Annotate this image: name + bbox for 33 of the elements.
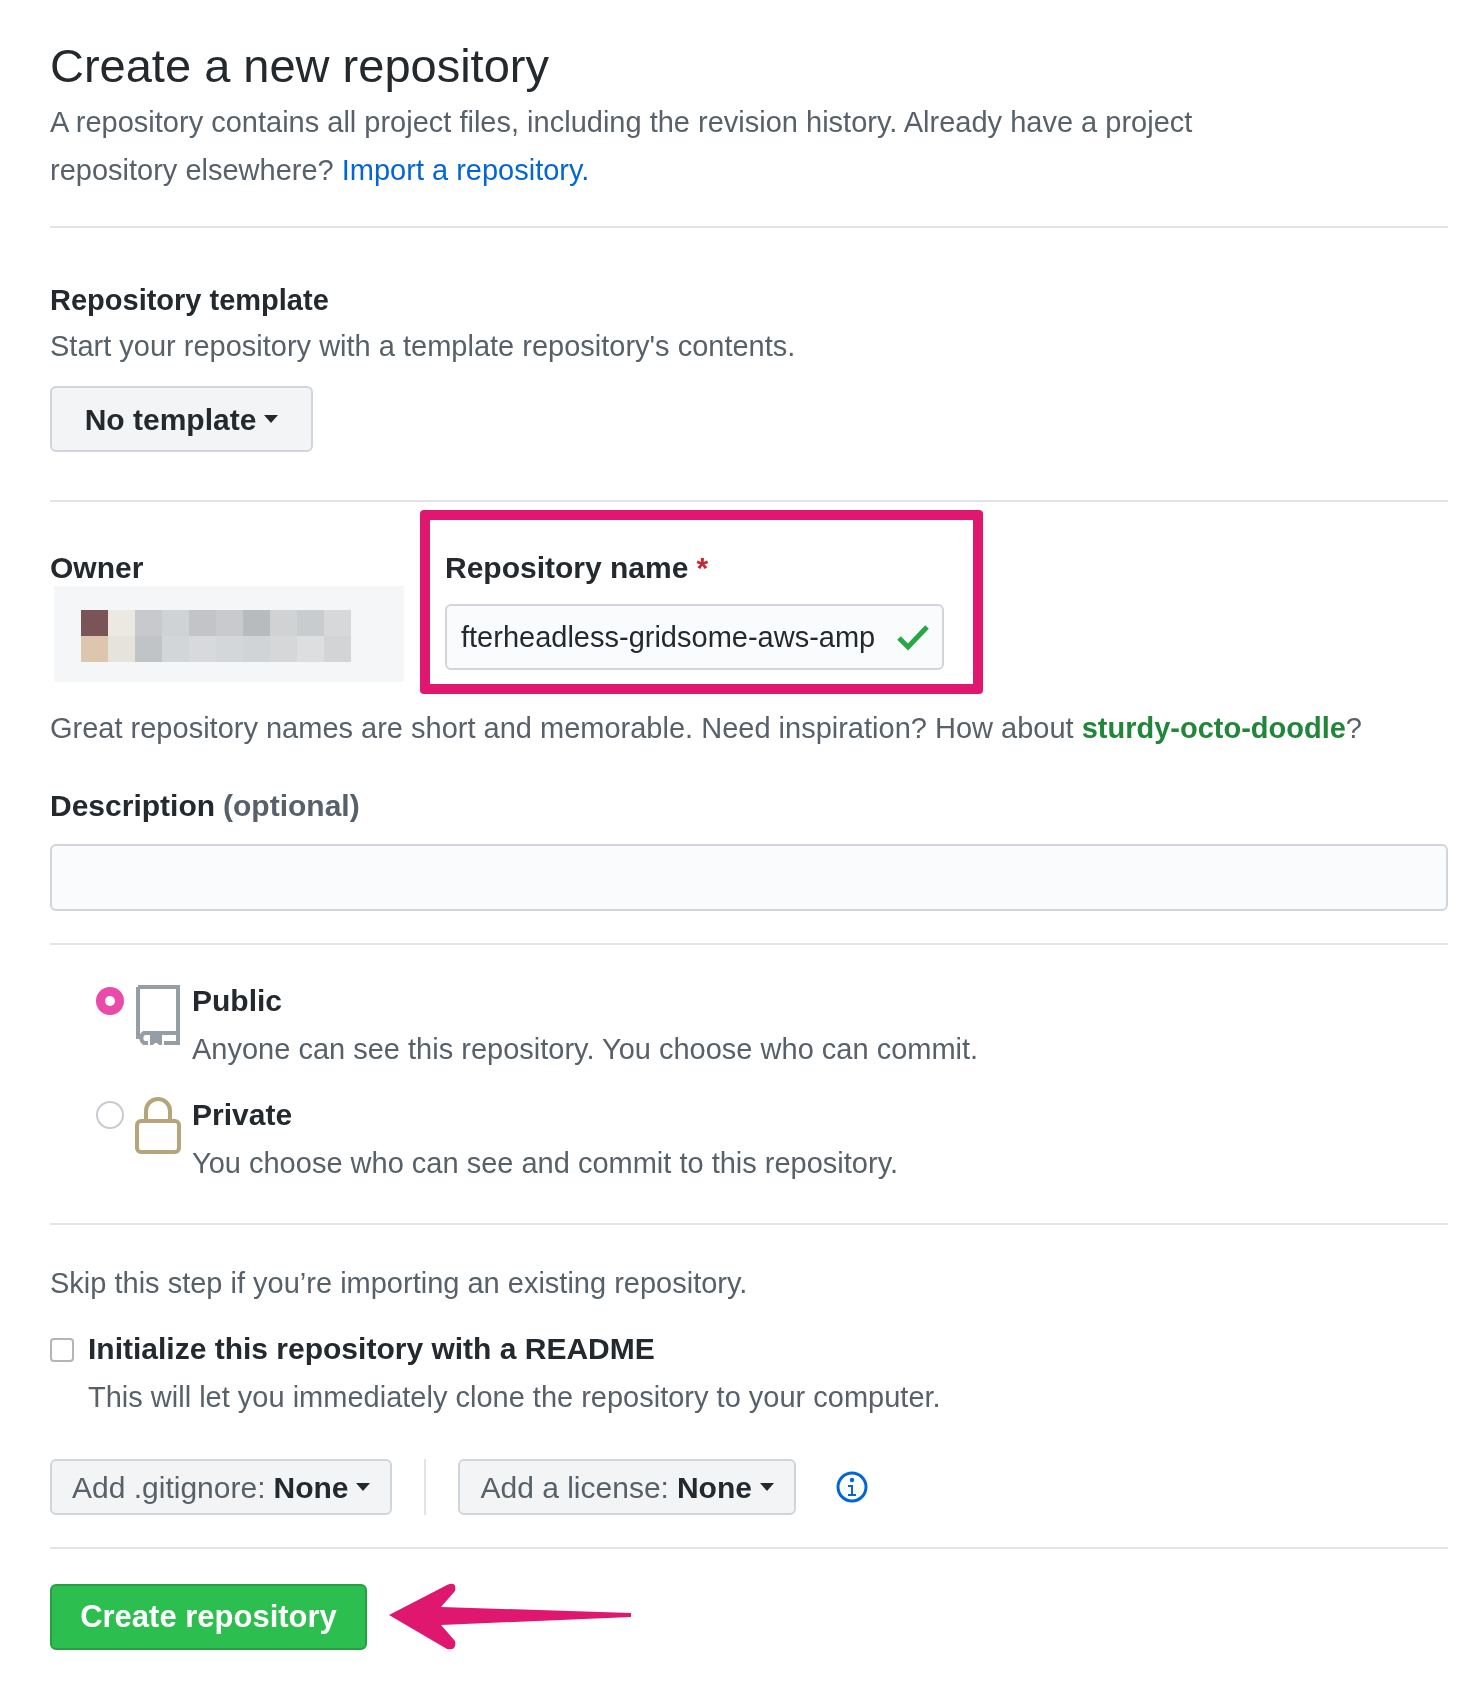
dropdown-button[interactable]: Add .gitignore: None [50,1459,393,1516]
option-hint: Anyone can see this repository. You choose who can commit. [192,1032,979,1068]
option-hint: You choose who can see and commit to this repository. [192,1146,899,1182]
repo-name-field[interactable]: fterheadless-gridsome-aws-amp [445,604,944,671]
radio-button[interactable] [96,987,124,1016]
intro-text: A repository contains all project files, including the revision history. Already have a project repository elsewhere? Import a repository. [50,105,1194,189]
checkbox-hint: This will let you immediately clone the repository to your computer. [88,1380,941,1416]
field-label: Owner [50,550,145,587]
info-icon[interactable] [835,1471,868,1504]
radio-button[interactable] [96,1101,124,1130]
page-title: Create a new repository [50,38,550,94]
import-note: Skip this step if you’re importing an existing repository. [50,1266,749,1302]
suggestion-link[interactable]: sturdy-octo-doodle [1081,712,1346,745]
caret-icon [759,1483,774,1492]
field-label: Repository name [445,550,689,587]
option-label: Private [192,1097,294,1134]
option-label: Public [192,983,283,1020]
name-hint: Great repository names are short and memorable. Need inspiration? How about sturdy-octo-doodle? [50,711,1363,747]
lock-icon [134,1097,182,1156]
book-icon [134,983,182,1046]
field-label: Description [50,788,216,825]
section-heading: Repository template [50,283,330,319]
description-field[interactable] [50,844,1448,912]
section-hint: Start your repository with a template repository's contents. [50,329,797,365]
checkbox[interactable] [50,1338,74,1363]
required-mark: * [696,550,709,587]
caret-icon [264,415,279,424]
import-link[interactable]: Import a repository. [341,154,590,187]
dropdown-button[interactable]: Add a license: None [458,1459,796,1516]
template-dropdown[interactable]: No template [50,386,313,453]
checkbox-label: Initialize this repository with a README [88,1331,656,1368]
optional-label: (optional) [223,788,360,825]
caret-icon [356,1483,371,1492]
